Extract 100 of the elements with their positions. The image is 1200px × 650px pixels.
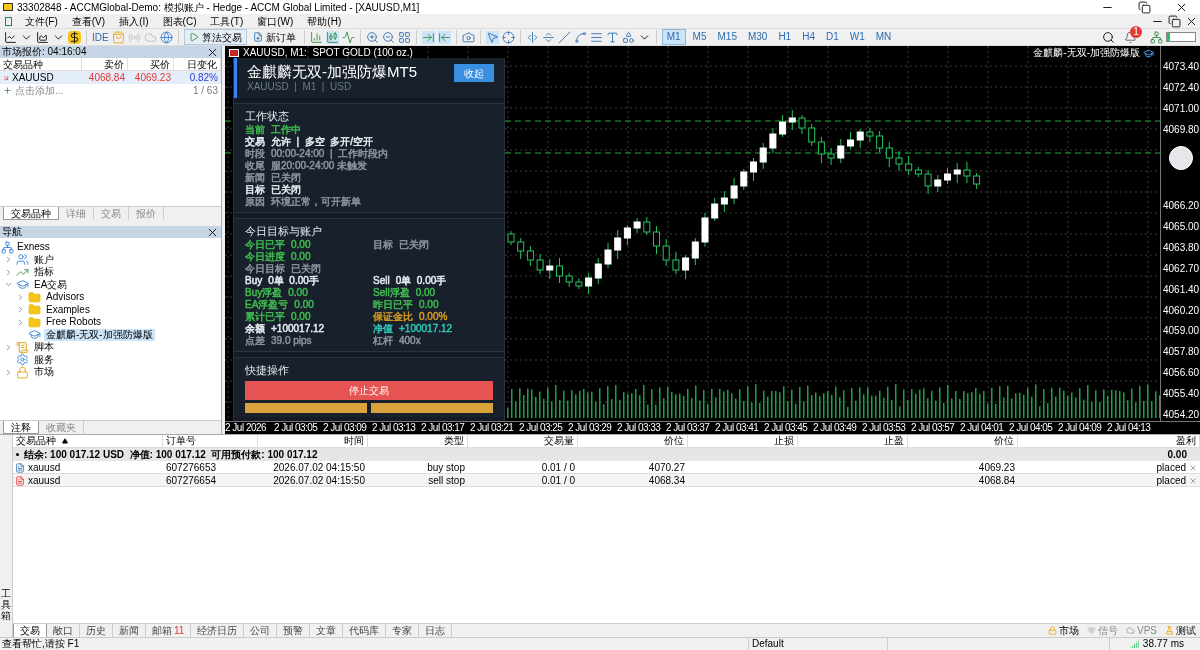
radio-icon[interactable] xyxy=(127,30,141,44)
field-value: 0.00 xyxy=(291,251,311,263)
column-header[interactable]: 价位 xyxy=(664,435,684,447)
tree-item[interactable]: 服务 xyxy=(32,353,56,366)
new-order-button[interactable]: 新订单 xyxy=(249,29,299,45)
autoscroll-icon[interactable] xyxy=(421,30,435,44)
folder-icon xyxy=(28,290,41,304)
algo-trading-button[interactable]: 算法交易 xyxy=(183,29,247,45)
panel-tab[interactable]: 交易品种 xyxy=(3,207,59,220)
menu-item[interactable]: 帮助(H) xyxy=(300,14,349,28)
menu-item[interactable]: 窗口(W) xyxy=(250,14,301,28)
zoom-out-icon[interactable] xyxy=(381,30,395,44)
column-header[interactable]: 止盈 xyxy=(884,435,904,447)
chart-icon[interactable] xyxy=(36,30,49,44)
camera-icon[interactable] xyxy=(461,30,475,44)
timeframe-button[interactable]: W1 xyxy=(845,30,869,44)
expand-icon[interactable] xyxy=(4,342,13,352)
column-header[interactable]: 交易品种 xyxy=(16,435,56,447)
panel-tab[interactable]: 注释 xyxy=(3,421,39,434)
price-label: 4054.20 xyxy=(1162,408,1200,421)
tree-item[interactable]: Exness xyxy=(17,241,50,254)
candle xyxy=(750,157,757,182)
stop-trading-button[interactable]: 停止交易 xyxy=(245,381,493,400)
column-header[interactable]: 止损 xyxy=(774,435,794,447)
tree-item[interactable]: Advisors xyxy=(44,291,87,304)
tree-item[interactable]: 账户 xyxy=(32,253,56,266)
field-label: 新闻 xyxy=(245,172,265,184)
expand-icon[interactable] xyxy=(16,305,25,315)
timeframe-button[interactable]: M5 xyxy=(688,30,711,44)
text-icon[interactable] xyxy=(605,30,619,44)
ide-button[interactable]: IDE xyxy=(92,29,109,45)
menu-item[interactable]: 查看(V) xyxy=(64,14,113,28)
column-header[interactable]: 类型 xyxy=(444,435,464,447)
trend-line-icon[interactable] xyxy=(557,30,571,44)
candlestick-icon[interactable] xyxy=(325,30,339,44)
tree-item[interactable]: EA交易 xyxy=(32,278,70,291)
timeframe-button[interactable]: H4 xyxy=(798,30,819,44)
quote-row[interactable]: XAUUSD 4068.84 4069.23 0.82% xyxy=(0,71,221,84)
field-value: 0.00 xyxy=(419,299,439,311)
timeframe-button[interactable]: D1 xyxy=(822,30,843,44)
toolbox-link[interactable]: 测试 xyxy=(1176,623,1196,638)
tree-item[interactable]: Free Robots xyxy=(44,316,104,329)
shift-icon[interactable] xyxy=(437,30,451,44)
expand-icon[interactable] xyxy=(4,367,13,377)
menu-item[interactable]: 图表(C) xyxy=(155,14,204,28)
menu-item[interactable]: 插入(I) xyxy=(112,14,156,28)
tree-item[interactable]: 指标 xyxy=(32,266,56,279)
notification-badge: 1 xyxy=(1130,25,1142,38)
expand-icon[interactable] xyxy=(16,317,25,327)
time-label: 2 Jul 03:37 xyxy=(666,422,711,434)
toolbox-tab[interactable]: 交易 xyxy=(13,623,47,638)
timeframe-button[interactable]: M30 xyxy=(743,30,772,44)
field-label: 目标 xyxy=(373,239,393,251)
line-icon[interactable] xyxy=(341,30,355,44)
expand-icon[interactable] xyxy=(4,255,13,265)
shapes-icon[interactable] xyxy=(621,30,635,44)
add-symbol-link[interactable]: 点击添加... xyxy=(15,83,190,98)
crosshair-icon[interactable] xyxy=(501,30,515,44)
vertical-line-icon[interactable] xyxy=(525,30,539,44)
zoom-in-icon[interactable] xyxy=(365,30,379,44)
bar-chart-icon[interactable] xyxy=(309,30,323,44)
grid-icon[interactable] xyxy=(397,30,411,44)
tree-item[interactable]: 金麒麟-无双-加强防爆版 xyxy=(44,328,155,341)
expand-icon[interactable] xyxy=(4,267,13,277)
column-header[interactable]: 订单号 xyxy=(166,435,196,447)
time-label: 2 Jul 04:05 xyxy=(1009,422,1054,434)
field-label: Sell浮盈 xyxy=(373,287,410,299)
candle xyxy=(847,131,854,150)
column-header[interactable]: 价位 xyxy=(994,435,1014,447)
time-cell: 2026.07.02 04:15:50 xyxy=(273,462,365,473)
cursor-icon[interactable] xyxy=(485,30,499,44)
globe-icon[interactable] xyxy=(159,30,173,44)
field-label: 净值 xyxy=(373,323,393,335)
search-icon[interactable] xyxy=(1102,30,1115,44)
tree-item[interactable]: Examples xyxy=(44,303,92,316)
line-chart-icon[interactable] xyxy=(4,30,17,44)
channel-icon[interactable] xyxy=(573,30,587,44)
timeframe-button[interactable]: MN xyxy=(871,30,896,44)
down-arrow-icon xyxy=(2,73,10,82)
toolbox-link[interactable]: 市场 xyxy=(1059,623,1079,638)
timeframe-button[interactable]: M1 xyxy=(661,29,686,45)
column-header[interactable]: 时间 xyxy=(344,435,364,447)
horizontal-line-icon[interactable] xyxy=(541,30,555,44)
candle xyxy=(953,162,961,184)
dollar-icon[interactable] xyxy=(68,30,81,44)
timeframe-button[interactable]: M15 xyxy=(713,30,741,44)
column-header[interactable]: 交易量 xyxy=(544,435,574,447)
restore-icon[interactable] xyxy=(1168,14,1181,28)
fibonacci-icon[interactable] xyxy=(589,30,603,44)
field-label: 杠杆 xyxy=(373,335,393,347)
restore-icon[interactable] xyxy=(1138,0,1151,14)
menu-item[interactable]: 工具(T) xyxy=(203,14,251,28)
tree-item[interactable]: 脚本 xyxy=(32,341,56,354)
tree-item[interactable]: 市场 xyxy=(32,366,56,379)
field-label: 时段 xyxy=(245,148,265,160)
menu-item[interactable]: 文件(F) xyxy=(18,14,65,28)
expand-icon[interactable] xyxy=(16,292,25,302)
timeframe-button[interactable]: H1 xyxy=(774,30,796,44)
candle xyxy=(536,253,544,275)
column-header[interactable]: 盈利 xyxy=(1176,435,1196,447)
